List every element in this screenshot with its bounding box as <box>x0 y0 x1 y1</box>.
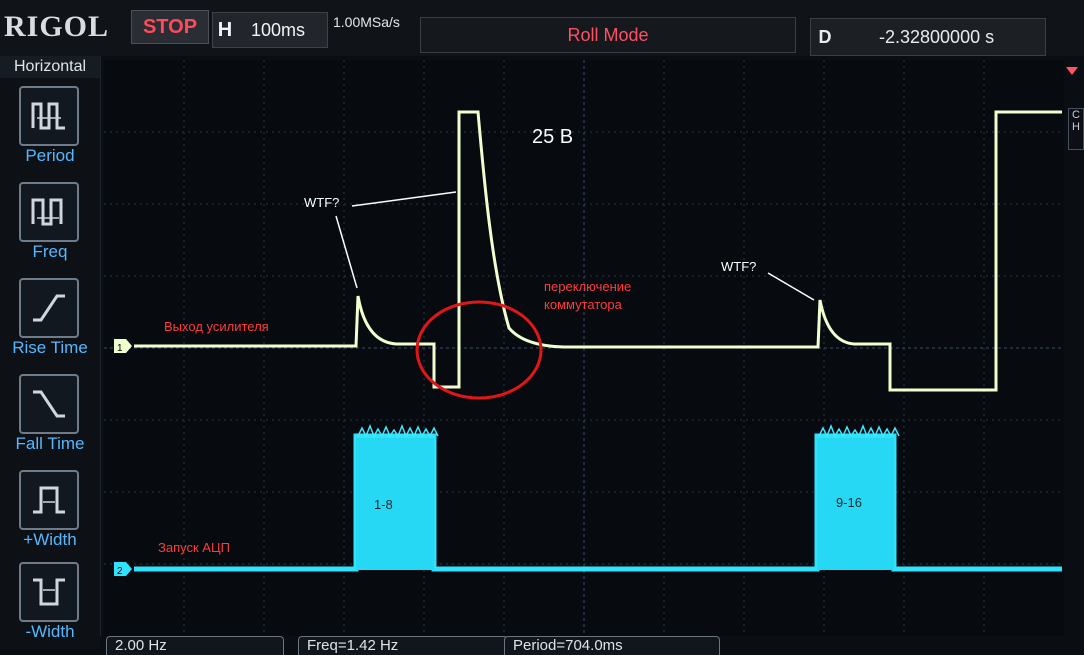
ch1-marker[interactable]: 1 <box>114 339 132 354</box>
measure-label: -Width <box>25 622 75 641</box>
ch2-label: Запуск АЦП <box>158 540 230 555</box>
delay-tag: D <box>818 26 832 47</box>
top-status-bar: RIGOL STOP H 100ms 1.00MSa/s Roll Mode D… <box>0 0 1084 56</box>
voltage-annotation: 25 В <box>532 126 573 148</box>
acquisition-mode: Roll Mode <box>420 17 796 53</box>
channel-tab[interactable]: C H <box>1068 108 1084 150</box>
sample-rate: 1.00MSa/s <box>333 14 400 30</box>
burst-label-a: 1-8 <box>374 497 393 512</box>
negative-width-icon <box>19 562 79 622</box>
delay-box[interactable]: D -2.32800000 s <box>810 18 1046 56</box>
wtf-right-annotation: WTF? <box>721 259 756 274</box>
trigger-position-icon <box>1066 67 1078 75</box>
delay-value: -2.32800000 s <box>879 26 995 47</box>
measure-label: Freq <box>32 242 68 261</box>
frequency-icon <box>19 182 79 242</box>
ch2-burst-1 <box>356 438 434 570</box>
ch2-trace <box>134 423 1062 572</box>
period-icon <box>19 86 79 146</box>
wtf-left-annotation: WTF? <box>304 195 339 210</box>
ch2-marker-text: 2 <box>117 566 123 577</box>
measurement-bar: 2.00 Hz Freq=1.42 Hz Period=704.0ms <box>100 636 1084 655</box>
ch1-label: Выход усилителя <box>164 319 269 334</box>
measure-label: Fall Time <box>15 434 85 453</box>
switch-annotation-line1: переключение <box>544 279 631 294</box>
waveform-display[interactable]: 1 2 Выход усилителя Запуск АЦП 25 В WTF?… <box>104 60 1064 636</box>
measurement-item-1[interactable]: 2.00 Hz <box>106 636 284 655</box>
highlight-circle <box>415 300 543 400</box>
wtf-right-pointer <box>767 272 815 301</box>
measure-label: Period <box>25 146 75 165</box>
timebase-box[interactable]: H 100ms <box>212 12 328 48</box>
measurement-item-3[interactable]: Period=704.0ms <box>504 636 720 655</box>
wtf-left-pointer-b <box>335 215 358 289</box>
measurement-item-2[interactable]: Freq=1.42 Hz <box>298 636 508 655</box>
panel-title: Horizontal <box>0 56 100 78</box>
waveform-svg: 1 2 Выход усилителя Запуск АЦП 25 В WTF?… <box>104 60 1064 636</box>
horizontal-measure-panel: Horizontal Period Freq Rise Time Fall Ti… <box>0 56 101 649</box>
burst-label-b: 9-16 <box>836 495 862 510</box>
switch-annotation-line2: коммутатора <box>544 297 623 312</box>
timebase-value: 100ms <box>251 19 306 40</box>
ch1-marker-text: 1 <box>117 343 123 354</box>
brand-logo: RIGOL <box>4 10 110 43</box>
measure-label: Rise Time <box>12 338 88 357</box>
timebase-tag: H <box>217 18 233 41</box>
run-stop-indicator[interactable]: STOP <box>131 10 209 44</box>
positive-width-icon <box>19 470 79 530</box>
measure-label: +Width <box>23 530 77 549</box>
rise-time-icon <box>19 278 79 338</box>
fall-time-icon <box>19 374 79 434</box>
